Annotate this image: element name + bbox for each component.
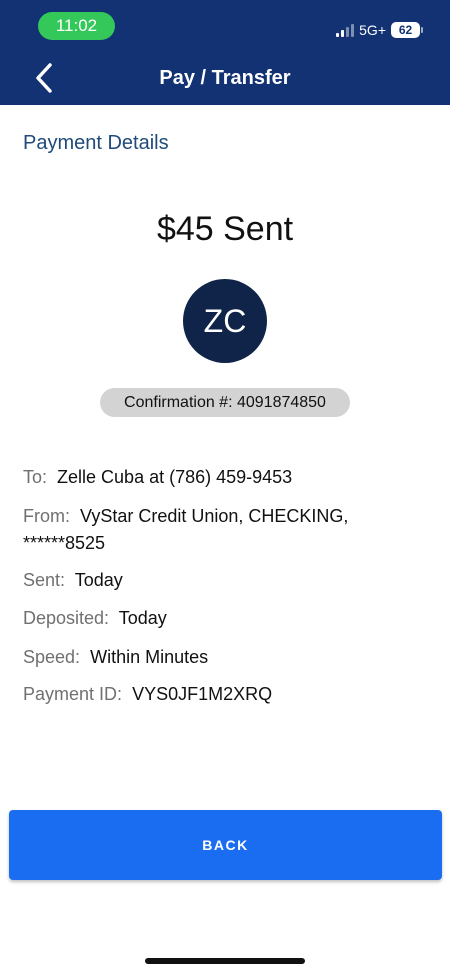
status-time: 11:02 xyxy=(38,12,115,40)
avatar: ZC xyxy=(183,279,267,363)
header-bar: 11:02 5G+ 62 Pay / Transfer xyxy=(0,0,450,105)
confirmation-badge: Confirmation #: 4091874850 xyxy=(100,388,350,417)
status-indicators: 5G+ 62 xyxy=(336,20,423,40)
detail-to: To: Zelle Cuba at (786) 459-9453 xyxy=(23,464,292,491)
detail-payment-id: Payment ID: VYS0JF1M2XRQ xyxy=(23,681,272,708)
detail-value: Zelle Cuba at (786) 459-9453 xyxy=(57,467,293,487)
detail-value: VYS0JF1M2XRQ xyxy=(132,684,273,704)
detail-deposited: Deposited: Today xyxy=(23,605,167,632)
section-title: Payment Details xyxy=(23,132,169,154)
detail-label: Deposited: xyxy=(23,608,110,628)
detail-label: Payment ID: xyxy=(23,684,123,704)
detail-sent: Sent: Today xyxy=(23,567,123,594)
back-button[interactable]: BACK xyxy=(9,810,442,880)
network-type: 5G+ xyxy=(359,22,386,38)
detail-value: Today xyxy=(74,570,123,590)
detail-from: From: VyStar Credit Union, CHECKING, ***… xyxy=(23,503,348,557)
home-indicator[interactable] xyxy=(145,958,305,964)
amount-sent: $45 Sent xyxy=(156,210,294,248)
detail-label: To: xyxy=(23,467,48,487)
detail-label: Speed: xyxy=(23,647,81,667)
battery-icon: 62 xyxy=(391,22,423,38)
detail-value: Within Minutes xyxy=(90,647,209,667)
detail-label: Sent: xyxy=(23,570,66,590)
detail-speed: Speed: Within Minutes xyxy=(23,644,208,671)
page-title: Pay / Transfer xyxy=(159,67,291,89)
detail-label: From: xyxy=(23,506,70,526)
detail-value: VyStar Credit Union, CHECKING, xyxy=(80,506,349,526)
detail-value-account: ******8525 xyxy=(23,533,106,553)
detail-value: Today xyxy=(118,608,167,628)
signal-icon xyxy=(336,23,355,37)
